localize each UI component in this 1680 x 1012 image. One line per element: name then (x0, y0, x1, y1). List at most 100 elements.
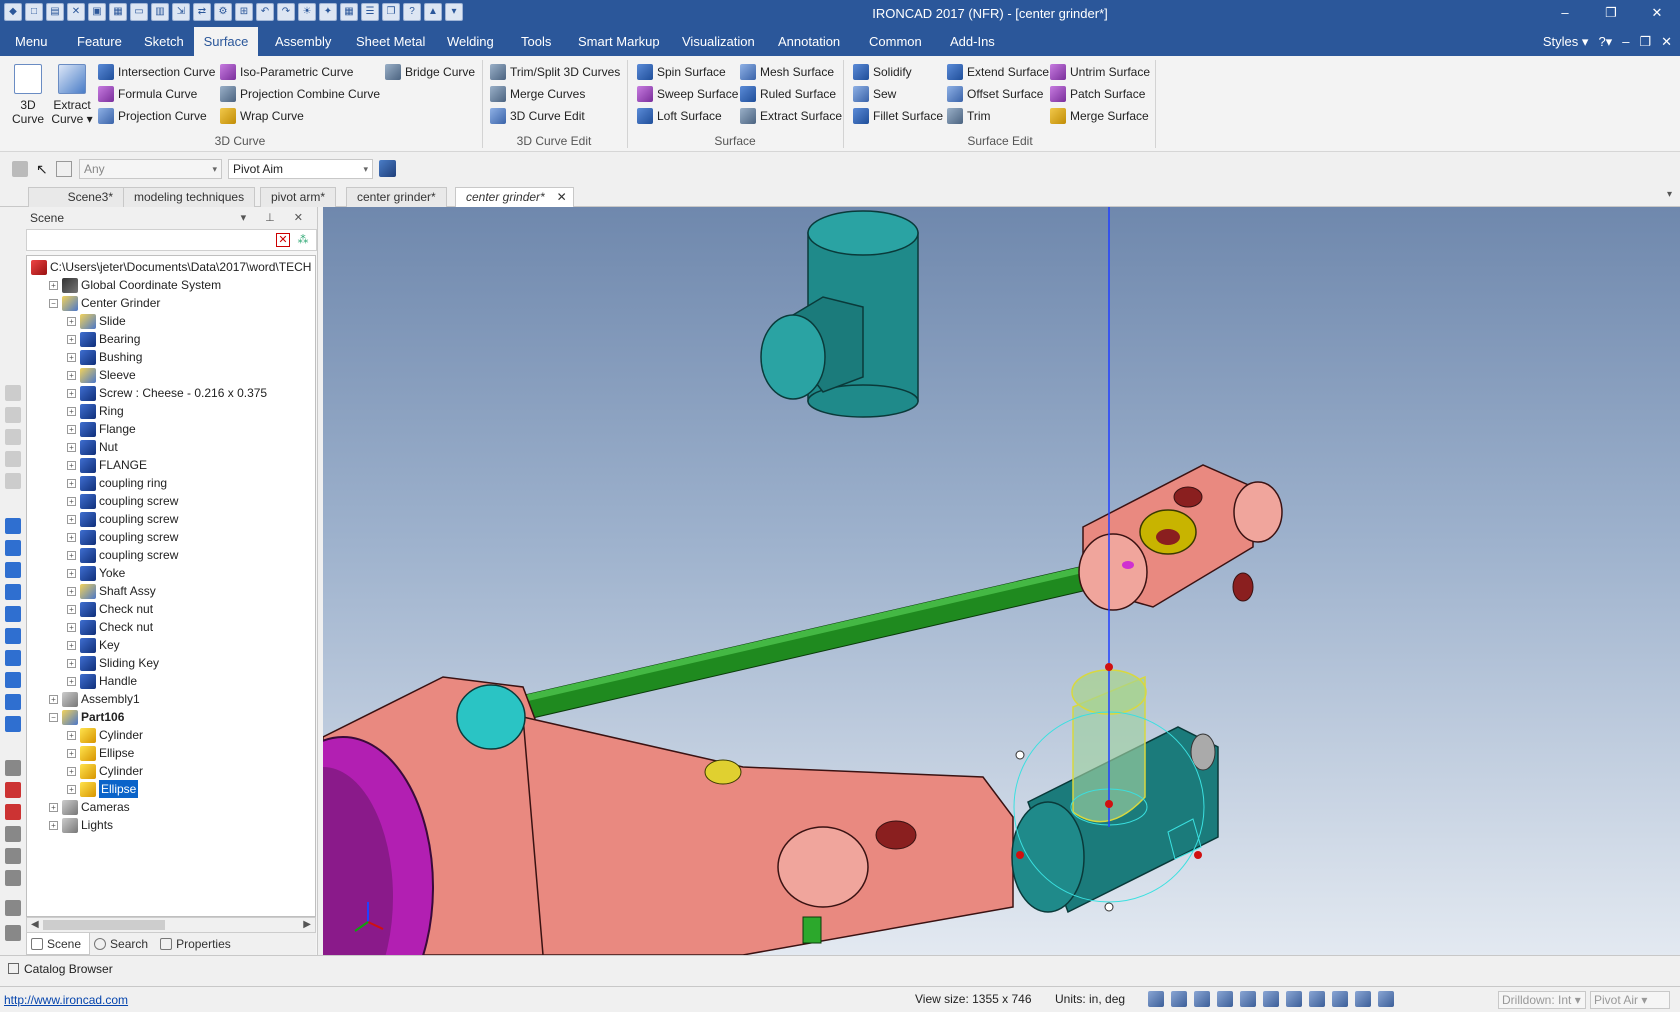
zoom-window-icon[interactable] (1171, 991, 1187, 1007)
tree-node[interactable]: + Ellipse (67, 744, 134, 762)
expand-toggle-icon[interactable]: + (67, 730, 76, 740)
expand-toggle-icon[interactable]: + (67, 370, 76, 380)
slab-icon[interactable] (5, 650, 21, 666)
orbit-icon[interactable] (1240, 991, 1256, 1007)
scene-search-field[interactable]: ✕ ⁂ (26, 229, 317, 251)
tree-node[interactable]: + Shaft Assy (67, 582, 156, 600)
3d-curve-button[interactable]: 3D Curve (8, 62, 48, 132)
sew-button[interactable]: Sew (853, 84, 896, 104)
clear-filter-icon[interactable]: ✕ (276, 233, 290, 247)
spin-surface-button[interactable]: Spin Surface (637, 62, 726, 82)
tab-visualization[interactable]: Visualization (678, 27, 759, 56)
scroll-left-icon[interactable]: ◀ (31, 918, 39, 932)
select-arrow-icon[interactable]: ↖ (36, 161, 48, 178)
expand-toggle-icon[interactable]: + (67, 586, 76, 596)
bridge-curve-button[interactable]: Bridge Curve (385, 62, 475, 82)
panel-tab-properties[interactable]: Properties (156, 933, 239, 955)
tree-node[interactable]: + Bushing (67, 348, 142, 366)
section-icon[interactable] (5, 782, 21, 798)
pick-filter-icon[interactable] (12, 161, 28, 177)
expand-toggle-icon[interactable]: + (67, 460, 76, 470)
expand-toggle-icon[interactable]: + (67, 496, 76, 506)
tab-feature[interactable]: Feature (73, 27, 126, 56)
box-select-icon[interactable] (56, 161, 72, 177)
expand-toggle-icon[interactable]: + (67, 316, 76, 326)
tree-node[interactable]: − Center Grinder (49, 294, 160, 312)
expand-toggle-icon[interactable]: + (49, 280, 58, 290)
doc-tab-scene3[interactable]: Scene3* (28, 187, 124, 207)
mesh-surface-button[interactable]: Mesh Surface (740, 62, 834, 82)
projection-combine-curve-button[interactable]: Projection Combine Curve (220, 84, 380, 104)
tree-node[interactable]: + Check nut (67, 618, 153, 636)
tab-overflow-icon[interactable]: ▾ (1667, 189, 1672, 200)
tree-node[interactable]: + Slide (67, 312, 126, 330)
doc-tab-modeling-techniques[interactable]: modeling techniques (123, 187, 256, 207)
extract-surface-button[interactable]: Extract Surface (740, 106, 842, 126)
view-icon[interactable] (5, 804, 21, 820)
rotate-icon[interactable] (5, 848, 21, 864)
selection-filter-select[interactable]: Any ▾ (79, 159, 222, 179)
tree-node[interactable]: + Yoke (67, 564, 125, 582)
tree-node[interactable]: + Cameras (49, 798, 130, 816)
projection-curve-button[interactable]: Projection Curve (98, 106, 207, 126)
ribbon-minimize-icon[interactable]: – (1622, 27, 1629, 56)
tab-welding[interactable]: Welding (443, 27, 498, 56)
expand-toggle-icon[interactable]: + (49, 694, 58, 704)
ribbon-restore-icon[interactable]: ❐ (1639, 27, 1651, 56)
torus-icon[interactable] (5, 606, 21, 622)
render-mode-icon[interactable] (1309, 991, 1325, 1007)
tab-add-ins[interactable]: Add-Ins (946, 27, 999, 56)
patch-surface-button[interactable]: Patch Surface (1050, 84, 1145, 104)
expand-toggle-icon[interactable]: + (67, 334, 76, 344)
panel-tab-search[interactable]: Search (90, 933, 156, 955)
tab-common[interactable]: Common (865, 27, 926, 56)
tree-node[interactable]: + Cylinder (67, 762, 143, 780)
view-cube-icon[interactable] (1194, 991, 1210, 1007)
scroll-right-icon[interactable]: ▶ (303, 918, 311, 932)
tab-menu[interactable]: Menu (11, 27, 52, 56)
formula-curve-button[interactable]: Formula Curve (98, 84, 197, 104)
expand-toggle-icon[interactable]: + (67, 424, 76, 434)
expand-toggle-icon[interactable]: − (49, 298, 58, 308)
hole-icon[interactable] (5, 672, 21, 688)
tab-annotation[interactable]: Annotation (774, 27, 844, 56)
tree-node[interactable]: + Sliding Key (67, 654, 159, 672)
hierarchy-icon[interactable] (379, 160, 396, 177)
doc-tab-center-grinder[interactable]: center grinder* (346, 187, 447, 207)
extract-curve-button[interactable]: Extract Curve ▾ (50, 62, 94, 132)
expand-toggle-icon[interactable]: + (67, 748, 76, 758)
help-icon[interactable]: ?▾ (1598, 27, 1612, 56)
tool-4-icon[interactable] (5, 451, 21, 467)
cylinder-icon[interactable] (5, 540, 21, 556)
standard-views-icon[interactable] (1217, 991, 1233, 1007)
tab-assembly[interactable]: Assembly (271, 27, 335, 56)
expand-toggle-icon[interactable]: + (67, 478, 76, 488)
website-link[interactable]: http://www.ironcad.com (4, 993, 128, 1007)
sweep-surface-button[interactable]: Sweep Surface (637, 84, 738, 104)
tree-node[interactable]: + Check nut (67, 600, 153, 618)
tree-node[interactable]: + Flange (67, 420, 136, 438)
tree-node[interactable]: + Screw : Cheese - 0.216 x 0.375 (67, 384, 267, 402)
panel-controls[interactable]: ▾ ⊥ ✕ (241, 207, 311, 229)
loft-surface-button[interactable]: Loft Surface (637, 106, 722, 126)
tree-node[interactable]: + Assembly1 (49, 690, 140, 708)
tab-sheet-metal[interactable]: Sheet Metal (352, 27, 429, 56)
tree-node[interactable]: + Cylinder (67, 726, 143, 744)
expand-toggle-icon[interactable]: + (67, 640, 76, 650)
scroll-thumb[interactable] (43, 920, 165, 930)
solidify-button[interactable]: Solidify (853, 62, 912, 82)
wedge-icon[interactable] (5, 628, 21, 644)
cone-icon[interactable] (5, 562, 21, 578)
trim-button[interactable]: Trim (947, 106, 991, 126)
expand-toggle-icon[interactable]: + (49, 820, 58, 830)
tree-node[interactable]: + coupling screw (67, 528, 178, 546)
tree-node[interactable]: + Lights (49, 816, 113, 834)
tree-node[interactable]: + Global Coordinate System (49, 276, 221, 294)
extend-surface-button[interactable]: Extend Surface (947, 62, 1049, 82)
tree-node[interactable]: + coupling screw (67, 546, 178, 564)
tree-node[interactable]: C:\Users\jeter\Documents\Data\2017\word\… (31, 258, 311, 276)
pivot-select[interactable]: Pivot Air ▾ (1590, 991, 1670, 1009)
expand-toggle-icon[interactable]: + (67, 676, 76, 686)
expand-toggle-icon[interactable]: + (49, 802, 58, 812)
tool-5-icon[interactable] (5, 473, 21, 489)
